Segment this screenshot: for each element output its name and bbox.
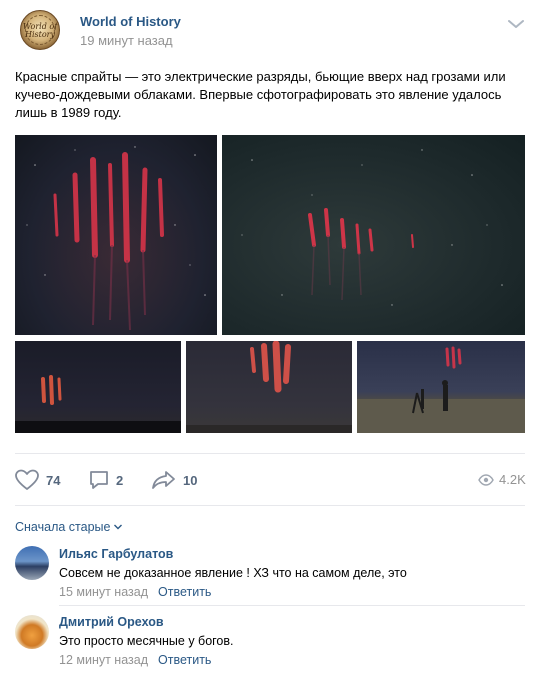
photo-5[interactable] [357,341,525,433]
heart-icon [15,469,39,490]
divider [15,453,525,454]
like-button[interactable]: 74 [14,466,60,494]
divider [59,605,525,606]
photo-4[interactable] [186,341,352,433]
group-name-link[interactable]: World of History [80,14,181,29]
sprite-image-2 [241,149,503,306]
comment-icon [90,471,108,489]
comment-author[interactable]: Ильяс Гарбулатов [59,547,173,561]
photo-3[interactable] [15,341,181,433]
comment-avatar[interactable] [15,546,49,580]
post-text: Красные спрайты — это электрические разр… [15,69,506,120]
comment-button[interactable]: 2 [88,466,123,494]
post-header: World of History World of History 19 мин… [0,0,541,60]
eye-icon [478,473,494,486]
comment-meta: 12 минут назад Ответить [59,653,211,667]
comment-text: Это просто месячные у богов. [59,634,234,648]
share-button[interactable]: 10 [151,466,197,494]
comments-count: 2 [116,472,124,488]
group-avatar[interactable]: World of History [20,10,60,50]
chevron-down-icon [114,524,123,530]
sprite-image-4 [186,341,352,433]
comment-avatar[interactable] [15,615,49,649]
sprite-image-1 [26,146,206,331]
share-arrow-icon [152,471,175,489]
shares-count: 10 [183,472,198,488]
views-counter: 4.2K [478,472,526,487]
comments-sort-label: Сначала старые [15,520,111,534]
comment-meta: 15 минут назад Ответить [59,585,211,599]
views-count: 4.2K [499,472,526,487]
comment-time[interactable]: 12 минут назад [59,653,148,667]
comment-time[interactable]: 15 минут назад [59,585,148,599]
sprite-image-5 [357,346,525,433]
avatar-logo-mark: World of History [22,22,58,39]
likes-count: 74 [46,472,61,488]
post-timestamp[interactable]: 19 минут назад [80,33,173,48]
reply-button[interactable]: Ответить [158,653,211,667]
reply-button[interactable]: Ответить [158,585,211,599]
chevron-down-icon[interactable] [506,14,526,34]
comment-author[interactable]: Дмитрий Орехов [59,615,164,629]
comments-sort-dropdown[interactable]: Сначала старые [15,520,123,534]
divider [15,505,525,506]
sprite-image-3 [15,375,181,433]
photo-2[interactable] [222,135,525,335]
photo-1[interactable] [15,135,217,335]
comment-text: Совсем не доказанное явление ! ХЗ что на… [59,566,407,580]
